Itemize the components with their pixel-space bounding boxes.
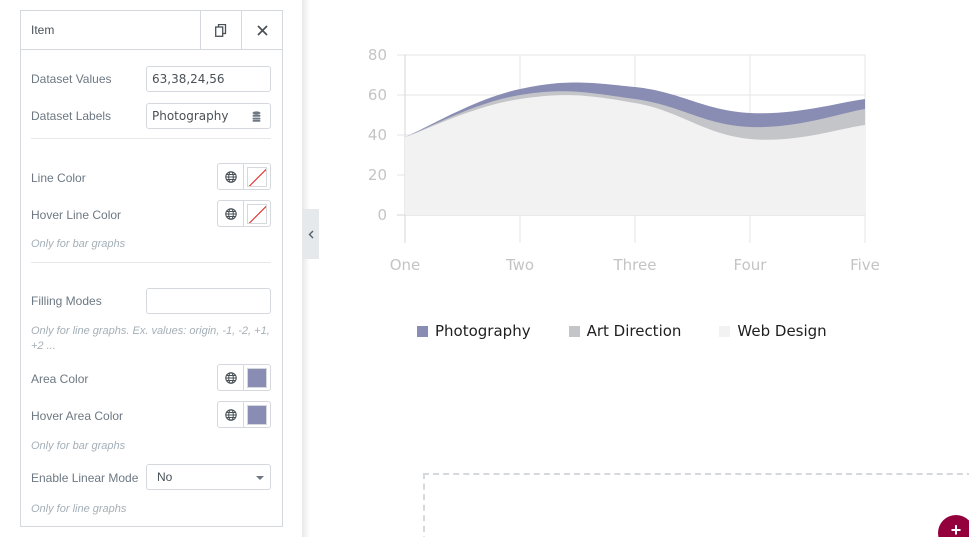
- legend-label: Art Direction: [586, 322, 682, 340]
- x-tick-label: Five: [850, 256, 880, 274]
- database-icon: [252, 110, 260, 122]
- duplicate-button[interactable]: [200, 11, 241, 49]
- globe-icon: [224, 371, 237, 384]
- y-tick-label: 80: [368, 46, 387, 64]
- hover-area-color-swatch[interactable]: [247, 404, 267, 425]
- y-tick-label: 60: [368, 86, 387, 104]
- close-icon: [256, 24, 268, 36]
- linear-mode-label: Enable Linear Mode: [31, 471, 139, 485]
- dynamic-tags-button[interactable]: [242, 103, 271, 129]
- legend-item[interactable]: Web Design: [719, 322, 827, 340]
- collapse-panel-button[interactable]: [303, 209, 319, 259]
- hover-line-color-control[interactable]: [217, 200, 271, 227]
- chevron-left-icon: [308, 230, 314, 238]
- legend-label: Photography: [435, 322, 531, 340]
- legend-label: Web Design: [737, 322, 827, 340]
- linear-mode-select[interactable]: No: [146, 464, 271, 490]
- line-color-swatch[interactable]: [247, 166, 267, 187]
- legend-item[interactable]: Photography: [417, 322, 531, 340]
- filling-modes-help: Only for line graphs. Ex. values: origin…: [31, 325, 270, 352]
- chart-legend: Photography Art Direction Web Design: [417, 322, 865, 340]
- globe-icon: [224, 170, 237, 183]
- dataset-labels-label: Dataset Labels: [31, 109, 112, 123]
- linear-mode-value: No: [157, 470, 173, 484]
- area-color-help: Only for bar graphs: [31, 440, 126, 452]
- linear-mode-help: Only for line graphs: [31, 503, 127, 515]
- hover-area-color-control[interactable]: [217, 401, 271, 428]
- caret-down-icon: [256, 476, 264, 480]
- global-colors-button[interactable]: [218, 365, 244, 390]
- filling-modes-input[interactable]: [146, 288, 271, 314]
- line-chart: 0 20 40 60 80 One Two Three Four Five: [368, 46, 880, 274]
- section-divider: [31, 138, 271, 139]
- remove-button[interactable]: [241, 11, 282, 49]
- y-tick-label: 40: [368, 126, 387, 144]
- item-title: Item: [31, 23, 55, 37]
- dataset-values-input[interactable]: 63,38,24,56: [146, 66, 271, 92]
- x-tick-label: One: [390, 256, 421, 274]
- global-colors-button[interactable]: [218, 201, 244, 226]
- global-colors-button[interactable]: [218, 164, 244, 189]
- copy-icon: [215, 23, 227, 37]
- line-color-help: Only for bar graphs: [31, 238, 126, 250]
- hover-line-color-label: Hover Line Color: [31, 208, 122, 222]
- filling-modes-label: Filling Modes: [31, 294, 102, 308]
- editor-panel: Item Dataset Values 63,38,24,56 Dataset …: [0, 0, 302, 537]
- hover-area-color-label: Hover Area Color: [31, 409, 124, 423]
- legend-item[interactable]: Art Direction: [568, 322, 682, 340]
- area-color-swatch[interactable]: [247, 367, 267, 388]
- legend-swatch: [568, 325, 580, 337]
- legend-swatch: [719, 325, 731, 337]
- area-color-label: Area Color: [31, 372, 89, 386]
- global-colors-button[interactable]: [218, 402, 244, 427]
- legend-swatch: [417, 325, 428, 337]
- line-color-label: Line Color: [31, 171, 86, 185]
- x-tick-label: Three: [613, 256, 657, 274]
- item-header[interactable]: Item: [21, 11, 282, 50]
- repeater-item: Item Dataset Values 63,38,24,56 Dataset …: [20, 10, 283, 527]
- section-divider: [31, 262, 271, 263]
- area-color-control[interactable]: [217, 364, 271, 391]
- x-tick-label: Two: [505, 256, 534, 274]
- globe-icon: [224, 408, 237, 421]
- panel-edge: [302, 0, 310, 537]
- dataset-values-label: Dataset Values: [31, 72, 112, 86]
- y-tick-label: 20: [368, 166, 387, 184]
- y-tick-label: 0: [377, 206, 387, 224]
- plus-icon: +: [950, 520, 962, 537]
- globe-icon: [224, 207, 237, 220]
- hover-line-color-swatch[interactable]: [247, 203, 267, 224]
- x-tick-label: Four: [734, 256, 768, 274]
- line-color-control[interactable]: [217, 163, 271, 190]
- empty-section-drop-zone[interactable]: [423, 473, 969, 537]
- dataset-labels-input[interactable]: Photography: [146, 103, 243, 129]
